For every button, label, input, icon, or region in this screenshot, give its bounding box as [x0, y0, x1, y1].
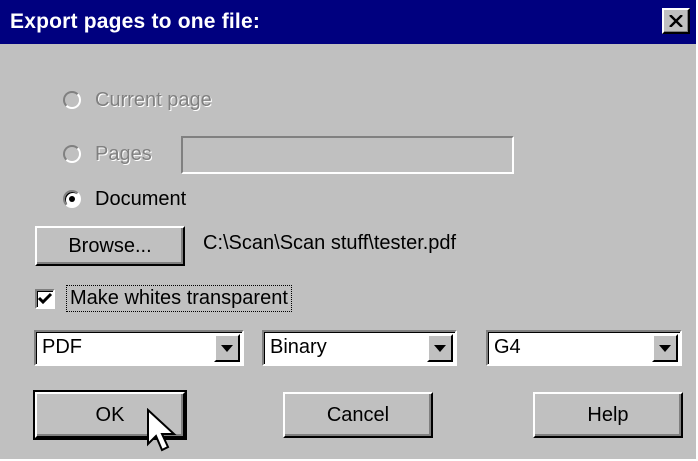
- compression-value: G4: [494, 336, 521, 358]
- mouse-cursor-icon: [147, 408, 177, 452]
- export-dialog: Export pages to one file: Current page P…: [0, 0, 698, 461]
- help-button-label: Help: [587, 403, 629, 426]
- encoding-dropdown-button[interactable]: [427, 334, 453, 362]
- browse-button[interactable]: Browse...: [35, 226, 185, 266]
- title-bar: Export pages to one file:: [0, 0, 696, 44]
- compression-dropdown-button[interactable]: [652, 334, 678, 362]
- close-button[interactable]: [662, 8, 690, 34]
- radio-selected-dot: [69, 196, 75, 202]
- compression-select[interactable]: G4: [486, 330, 682, 366]
- ok-button-label: OK: [95, 403, 125, 426]
- output-path: C:\Scan\Scan stuff\tester.pdf: [203, 232, 457, 254]
- radio-pages-circle[interactable]: [63, 145, 81, 163]
- cancel-button[interactable]: Cancel: [283, 392, 433, 438]
- radio-document-circle[interactable]: [63, 190, 81, 208]
- browse-button-label: Browse...: [68, 234, 152, 257]
- chevron-down-icon: [221, 344, 233, 352]
- radio-current-page-circle[interactable]: [63, 91, 81, 109]
- help-button[interactable]: Help: [533, 392, 683, 438]
- radio-document-label: Document: [95, 187, 187, 210]
- radio-current-page-label: Current page: [95, 88, 212, 111]
- dialog-title: Export pages to one file:: [10, 10, 261, 33]
- close-icon: [669, 15, 683, 27]
- radio-pages[interactable]: Pages: [63, 140, 152, 168]
- make-whites-transparent-label[interactable]: Make whites transparent: [66, 285, 292, 312]
- radio-pages-label: Pages: [95, 142, 152, 165]
- radio-document[interactable]: Document: [63, 185, 186, 213]
- checkmark-icon: [37, 292, 53, 305]
- radio-current-page[interactable]: Current page: [63, 86, 212, 114]
- chevron-down-icon: [659, 344, 671, 352]
- make-whites-transparent-checkbox[interactable]: [35, 289, 55, 309]
- format-type-value: PDF: [42, 336, 82, 358]
- cancel-button-label: Cancel: [326, 403, 390, 426]
- pages-input[interactable]: [181, 136, 514, 174]
- encoding-value: Binary: [270, 336, 327, 358]
- format-type-dropdown-button[interactable]: [214, 334, 240, 362]
- chevron-down-icon: [434, 344, 446, 352]
- encoding-select[interactable]: Binary: [262, 330, 457, 366]
- format-type-select[interactable]: PDF: [34, 330, 244, 366]
